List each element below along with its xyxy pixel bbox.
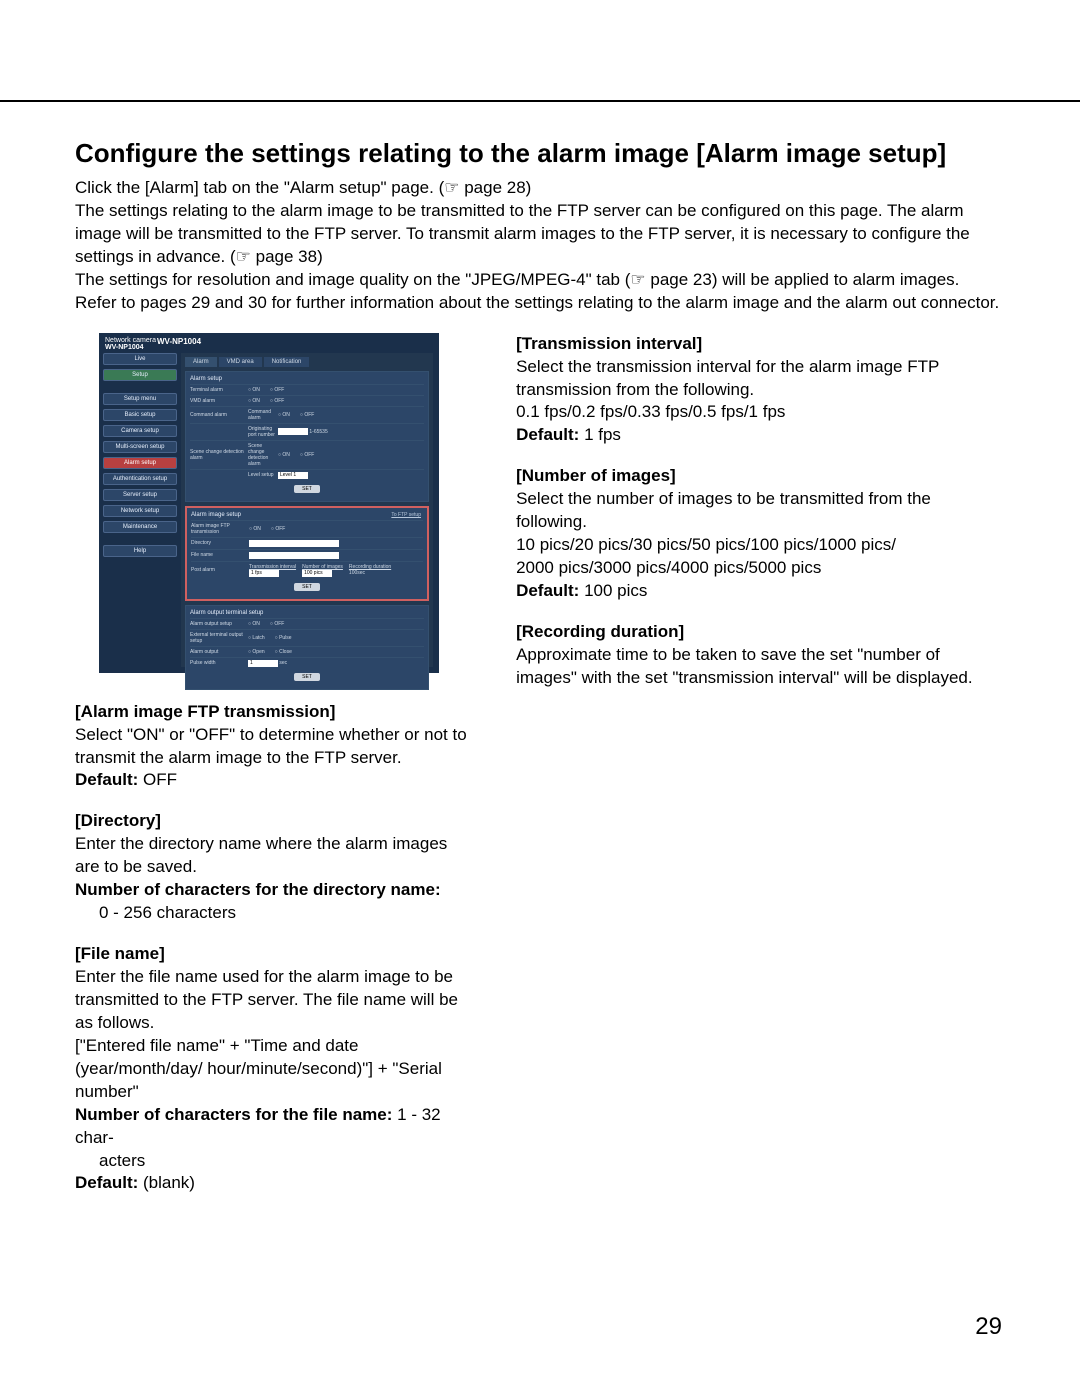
intro-p2b: )	[317, 247, 323, 266]
tab-notif[interactable]: Notification	[264, 357, 310, 367]
ref-page38: ☞ page 38	[236, 247, 317, 266]
file-body1: Enter the file name used for the alarm i…	[75, 966, 468, 1035]
section-filename: [File name] Enter the file name used for…	[75, 943, 468, 1195]
sidebar-network[interactable]: Network setup	[103, 505, 177, 517]
sidebar-basic[interactable]: Basic setup	[103, 409, 177, 421]
dir-chars-value: 0 - 256 characters	[75, 902, 468, 925]
intro-p3a: The settings for resolution and image qu…	[75, 270, 630, 289]
section-duration: [Recording duration] Approximate time to…	[516, 621, 1005, 690]
images-default-value: 100 pics	[579, 581, 647, 600]
section-directory: [Directory] Enter the directory name whe…	[75, 810, 468, 925]
duration-body: Approximate time to be taken to save the…	[516, 644, 1005, 690]
duration-label: [Recording duration]	[516, 621, 1005, 644]
sidebar-live[interactable]: Live	[103, 353, 177, 365]
intro-block: Click the [Alarm] tab on the "Alarm setu…	[75, 177, 1005, 315]
images-options2: 2000 pics/3000 pics/4000 pics/5000 pics	[516, 557, 1005, 580]
ref-page23: ☞ page 23	[630, 270, 711, 289]
ftp-default-value: OFF	[138, 770, 177, 789]
set-button-3[interactable]: SET	[294, 673, 320, 681]
interval-body: Select the transmission interval for the…	[516, 356, 1005, 402]
dir-chars-label: Number of characters for the directory n…	[75, 879, 468, 902]
images-default-label: Default:	[516, 581, 579, 600]
ref-page28: ☞ page 28	[444, 178, 525, 197]
interval-options: 0.1 fps/0.2 fps/0.33 fps/0.5 fps/1 fps	[516, 401, 1005, 424]
dir-body: Enter the directory name where the alarm…	[75, 833, 468, 879]
section-ftp: [Alarm image FTP transmission] Select "O…	[75, 701, 468, 793]
sidebar-alarm[interactable]: Alarm setup	[103, 457, 177, 469]
ftp-label: [Alarm image FTP transmission]	[75, 701, 468, 724]
page-title: Configure the settings relating to the a…	[75, 138, 1005, 169]
set-button-1[interactable]: SET	[294, 485, 320, 493]
intro-p1a: Click the [Alarm] tab on the "Alarm setu…	[75, 178, 444, 197]
intro-p1b: )	[526, 178, 532, 197]
intro-p3b: ) will be applied to alarm images.	[712, 270, 960, 289]
page-number: 29	[975, 1313, 1002, 1341]
ftp-body: Select "ON" or "OFF" to determine whethe…	[75, 724, 468, 770]
images-label: [Number of images]	[516, 465, 1005, 488]
tab-alarm[interactable]: Alarm	[185, 357, 217, 367]
file-default-value: (blank)	[138, 1173, 195, 1192]
sidebar-setup[interactable]: Setup	[103, 369, 177, 381]
sidebar-multi[interactable]: Multi-screen setup	[103, 441, 177, 453]
sidebar-auth[interactable]: Authentication setup	[103, 473, 177, 485]
panel-alarm-setup: Alarm setup Terminal alarmONOFF VMD alar…	[185, 371, 429, 502]
images-options1: 10 pics/20 pics/30 pics/50 pics/100 pics…	[516, 534, 1005, 557]
file-body2: ["Entered file name" + "Time and date (y…	[75, 1035, 468, 1104]
dir-label: [Directory]	[75, 810, 468, 833]
file-chars-label: Number of characters for the file name:	[75, 1105, 392, 1124]
interval-default-label: Default:	[516, 425, 579, 444]
sidebar-setup-menu[interactable]: Setup menu	[103, 393, 177, 405]
to-ftp-link[interactable]: To FTP setup	[391, 512, 421, 518]
interval-default-value: 1 fps	[579, 425, 621, 444]
intro-p2a: The settings relating to the alarm image…	[75, 201, 970, 266]
settings-screenshot: Network cameraWV-NP1004 WV-NP1004 Live S…	[99, 333, 439, 673]
set-button-2[interactable]: SET	[294, 583, 320, 591]
ftp-default-label: Default:	[75, 770, 138, 789]
panel-alarm-output: Alarm output terminal setup Alarm output…	[185, 605, 429, 690]
file-label: [File name]	[75, 943, 468, 966]
intro-p4: Refer to pages 29 and 30 for further inf…	[75, 292, 1005, 315]
sidebar-camera[interactable]: Camera setup	[103, 425, 177, 437]
images-body: Select the number of images to be transm…	[516, 488, 1005, 534]
section-interval: [Transmission interval] Select the trans…	[516, 333, 1005, 448]
sidebar-help[interactable]: Help	[103, 545, 177, 557]
section-images: [Number of images] Select the number of …	[516, 465, 1005, 603]
sidebar-server[interactable]: Server setup	[103, 489, 177, 501]
interval-label: [Transmission interval]	[516, 333, 1005, 356]
sidebar-maint[interactable]: Maintenance	[103, 521, 177, 533]
panel-alarm-image: Alarm image setup To FTP setup Alarm ima…	[185, 506, 429, 601]
tab-vmd[interactable]: VMD area	[219, 357, 262, 367]
file-default-label: Default:	[75, 1173, 138, 1192]
